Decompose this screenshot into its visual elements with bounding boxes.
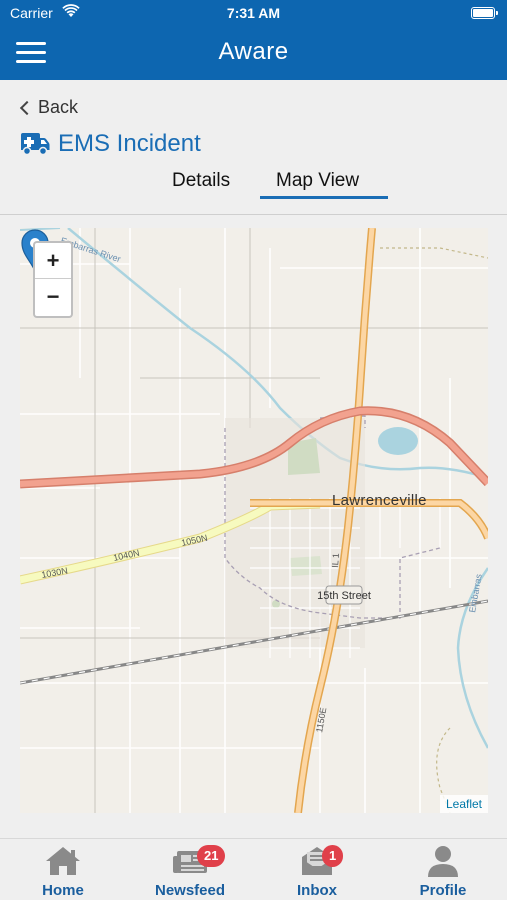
road-label-1040n: 1040N	[112, 548, 140, 563]
newsfeed-badge: 21	[197, 845, 226, 867]
nav-newsfeed-label: Newsfeed	[154, 882, 226, 899]
status-bar: Carrier 7:31 AM	[0, 0, 507, 28]
road-label-1030n: 1030N	[41, 566, 69, 580]
map-attribution-link[interactable]: Leaflet	[439, 795, 488, 813]
incident-title: EMS Incident	[58, 130, 201, 157]
tab-bar: Details Map View	[0, 168, 507, 202]
back-label: Back	[38, 97, 79, 117]
tab-map-view[interactable]: Map View	[276, 170, 359, 192]
chevron-left-icon	[19, 100, 35, 116]
zoom-in-button[interactable]: +	[35, 243, 71, 279]
nav-newsfeed[interactable]: 21 Newsfeed	[135, 839, 245, 900]
app-title: Aware	[218, 38, 289, 65]
back-button[interactable]: Back	[19, 97, 79, 118]
ambulance-icon	[21, 133, 50, 156]
tab-details[interactable]: Details	[172, 170, 230, 192]
road-label-15th: IL 1	[330, 553, 341, 568]
home-icon	[46, 847, 80, 875]
battery-icon	[471, 7, 498, 19]
road-label-1050n: 1050N	[180, 533, 208, 548]
zoom-out-button[interactable]: −	[35, 279, 71, 315]
nav-inbox-label: Inbox	[297, 882, 337, 899]
active-tab-indicator	[260, 196, 388, 199]
road-label-il1: 15th Street	[317, 590, 371, 602]
town-label: Lawrenceville	[332, 492, 427, 509]
person-icon	[428, 846, 458, 877]
nav-home-label: Home	[42, 882, 84, 899]
nav-profile-label: Profile	[419, 882, 467, 899]
bottom-nav: Home 21 Newsfeed 1 Inbox Profile	[0, 838, 507, 900]
road-label-embarras: Embarras	[467, 573, 484, 614]
divider	[0, 214, 507, 215]
clock: 7:31 AM	[226, 5, 281, 21]
page-title: EMS Incident	[20, 130, 201, 158]
inbox-badge: 1	[322, 845, 344, 867]
map-view[interactable]: 15th Street Embarras River 1030N 1040N 1…	[20, 228, 488, 813]
nav-inbox[interactable]: 1 Inbox	[262, 839, 372, 900]
zoom-control: + −	[33, 241, 73, 318]
nav-profile[interactable]: Profile	[388, 839, 498, 900]
app-header: Carrier 7:31 AM Aware	[0, 0, 507, 80]
map-tiles[interactable]: 15th Street Embarras River 1030N 1040N 1…	[20, 228, 488, 813]
nav-home[interactable]: Home	[8, 839, 118, 900]
